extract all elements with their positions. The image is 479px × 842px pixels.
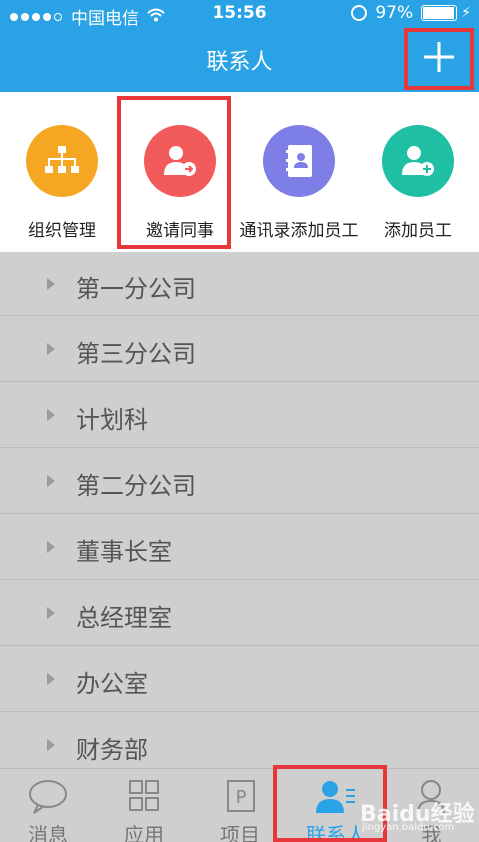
expand-arrow-icon <box>47 541 55 553</box>
expand-arrow-icon <box>47 673 55 685</box>
list-item[interactable]: 第一分公司 <box>0 252 479 316</box>
department-name: 第一分公司 <box>76 275 196 303</box>
department-name: 总经理室 <box>76 604 172 632</box>
status-bar: 中国电信 15:56 97% ⚡ <box>0 0 479 29</box>
battery-icon <box>421 5 458 21</box>
department-name: 董事长室 <box>76 538 172 566</box>
expand-arrow-icon <box>47 409 55 421</box>
navigation-bar: 联系人 <box>0 28 479 92</box>
grid-icon <box>128 779 168 815</box>
expand-arrow-icon <box>47 739 55 751</box>
department-name: 财务部 <box>76 736 148 764</box>
expand-arrow-icon <box>47 607 55 619</box>
org-chart-icon <box>26 125 98 197</box>
battery-percent: 97% <box>375 3 414 23</box>
charging-bolt-icon: ⚡ <box>461 5 471 21</box>
list-item[interactable]: 财务部 <box>0 712 479 768</box>
action-org-management[interactable]: 组织管理 <box>2 92 122 252</box>
plus-icon <box>424 39 454 79</box>
add-user-icon <box>382 125 454 197</box>
annotation-highlight-box <box>117 96 231 249</box>
tab-label: 消息 <box>28 823 68 842</box>
list-item[interactable]: 总经理室 <box>0 580 479 646</box>
list-item[interactable]: 计划科 <box>0 382 479 448</box>
tab-label: 应用 <box>124 823 164 842</box>
expand-arrow-icon <box>47 343 55 355</box>
action-add-from-contacts[interactable]: 通讯录添加员工 <box>239 92 359 252</box>
status-right: 97% ⚡ <box>351 3 471 23</box>
list-item[interactable]: 办公室 <box>0 646 479 712</box>
expand-arrow-icon <box>47 475 55 487</box>
list-item[interactable]: 第二分公司 <box>0 448 479 514</box>
watermark-url: jingyan.baidu.com <box>362 822 455 833</box>
action-label: 通讯录添加员工 <box>239 221 359 241</box>
action-add-employee[interactable]: 添加员工 <box>358 92 478 252</box>
list-item[interactable]: 第三分公司 <box>0 316 479 382</box>
project-icon: P <box>226 779 266 815</box>
chat-icon <box>28 779 68 815</box>
department-name: 第三分公司 <box>76 340 196 368</box>
expand-arrow-icon <box>47 278 55 290</box>
address-book-icon <box>263 125 335 197</box>
tab-messages[interactable]: 消息 <box>0 769 96 842</box>
department-name: 第二分公司 <box>76 472 196 500</box>
department-name: 办公室 <box>76 670 148 698</box>
department-name: 计划科 <box>76 406 148 434</box>
svg-text:P: P <box>236 787 247 808</box>
action-label: 添加员工 <box>384 221 452 241</box>
rotation-lock-icon <box>351 5 368 21</box>
tab-apps[interactable]: 应用 <box>96 769 192 842</box>
list-item[interactable]: 董事长室 <box>0 514 479 580</box>
quick-actions: 组织管理 邀请同事 通讯录添加员工 添加员工 <box>0 92 479 252</box>
action-label: 组织管理 <box>28 221 96 241</box>
add-button[interactable] <box>404 28 474 90</box>
